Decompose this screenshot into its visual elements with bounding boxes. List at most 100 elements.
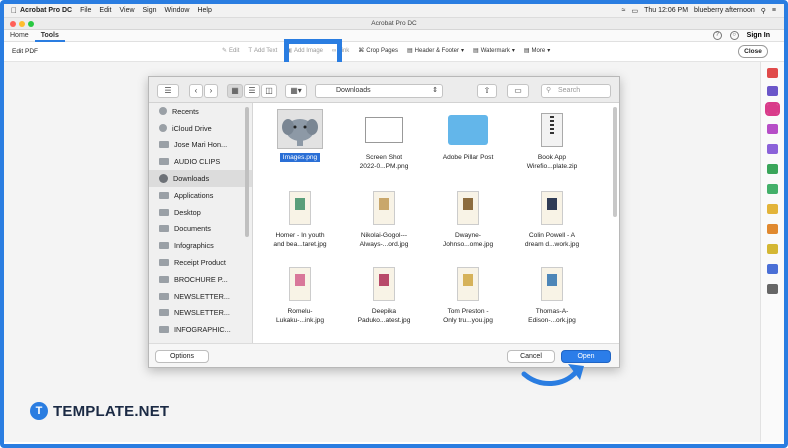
menu-user[interactable]: blueberry afternoon	[694, 7, 755, 14]
image-thumbnail	[541, 267, 563, 301]
file-item[interactable]: Nikolai-Gogol--- Always-...ord.jpg	[341, 187, 427, 249]
options-button[interactable]: Options	[155, 350, 209, 363]
close-window-icon[interactable]	[10, 21, 16, 27]
control-center-icon[interactable]: ≡	[772, 7, 776, 14]
tab-tools[interactable]: Tools	[34, 30, 65, 42]
file-item[interactable]: Romelu- Lukaku-...ink.jpg	[257, 263, 343, 325]
file-item[interactable]: Deepika Paduko...atest.jpg	[341, 263, 427, 325]
file-item[interactable]: Book App Wirefio...plate.zip	[509, 109, 595, 171]
file-item[interactable]: Homer - In youth and bea...taret.jpg	[257, 187, 343, 249]
share-icon[interactable]	[767, 86, 778, 96]
add-text-tool[interactable]: T Add Text	[248, 48, 277, 54]
back-icon[interactable]: ‹	[189, 84, 203, 98]
file-name: Deepika	[371, 308, 397, 315]
battery-icon[interactable]: ▭	[631, 7, 638, 15]
file-item[interactable]: Screen Shot 2022-0...PM.png	[341, 109, 427, 171]
menu-clock[interactable]: Thu 12:06 PM	[644, 7, 688, 14]
menu-window[interactable]: Window	[165, 7, 190, 14]
sidebar-item-label: iCloud Drive	[172, 123, 212, 133]
file-name-continued: Paduko...atest.jpg	[357, 317, 411, 324]
sidebar-item[interactable]: Applications	[149, 187, 252, 204]
file-item[interactable]: Dwayne- Johnso...ome.jpg	[425, 187, 511, 249]
more-tools-icon[interactable]	[767, 284, 778, 294]
organize-pages-icon[interactable]	[767, 164, 778, 174]
portrait-image	[379, 274, 389, 286]
sidebar-item[interactable]: Infographics	[149, 237, 252, 254]
brand-logo: T TEMPLATE.NET	[30, 402, 169, 420]
sign-in-link[interactable]: Sign In	[747, 32, 770, 39]
comment-icon[interactable]	[767, 204, 778, 214]
edit-pdf-icon[interactable]	[765, 102, 780, 116]
sidebar-item[interactable]: Recents	[149, 103, 252, 120]
menu-app-name[interactable]: Acrobat Pro DC	[20, 7, 72, 14]
sidebar-item[interactable]: NEWSLETTER...	[149, 288, 252, 305]
export-pdf-icon[interactable]	[767, 68, 778, 78]
file-name: Tom Preston -	[447, 308, 489, 315]
folder-icon	[159, 309, 169, 317]
list-view-icon[interactable]: ☰	[244, 84, 260, 98]
brand-name: TEMPLATE.NET	[53, 402, 170, 420]
menu-file[interactable]: File	[80, 7, 91, 14]
image-thumbnail	[289, 267, 311, 301]
file-name-continued: and bea...taret.jpg	[273, 241, 327, 248]
scan-icon[interactable]	[767, 224, 778, 234]
combine-files-icon[interactable]	[767, 184, 778, 194]
sidebar-item[interactable]: Documents	[149, 221, 252, 238]
sidebar-item-label: Documents	[174, 224, 211, 234]
fill-sign-icon[interactable]	[767, 144, 778, 154]
sidebar-item[interactable]: Receipt Product	[149, 254, 252, 271]
protect-icon[interactable]	[767, 264, 778, 274]
icon-view-icon[interactable]: ▦	[227, 84, 243, 98]
tag-icon[interactable]: ▭	[507, 84, 529, 98]
create-pdf-icon[interactable]	[767, 124, 778, 134]
close-button[interactable]: Close	[738, 45, 768, 58]
sidebar-item[interactable]: Downloads	[149, 170, 252, 187]
zoom-window-icon[interactable]	[28, 21, 34, 27]
notifications-icon[interactable]: ○	[729, 31, 739, 40]
file-name-continued: Johnso...ome.jpg	[442, 241, 494, 248]
sidebar-item[interactable]: INFOGRAPHIC...	[149, 321, 252, 338]
location-label: Downloads	[336, 87, 371, 94]
sidebar-item[interactable]: Desktop	[149, 204, 252, 221]
elephant-thumbnail	[277, 109, 323, 149]
sidebar-item[interactable]: AUDIO CLIPS	[149, 153, 252, 170]
location-select[interactable]: Downloads ⇕	[315, 84, 443, 98]
search-input[interactable]: ⚲ Search	[541, 84, 611, 98]
group-view-icon[interactable]: ▦▾	[285, 84, 307, 98]
file-grid-scrollbar[interactable]	[613, 107, 617, 217]
share-icon[interactable]: ⇧	[477, 84, 497, 98]
header-footer-tool[interactable]: ▤ Header & Footer ▾	[407, 47, 464, 55]
more-tool[interactable]: ▤ More ▾	[524, 47, 550, 55]
sidebar-toggle-icon[interactable]: ☰	[157, 84, 179, 98]
menu-edit[interactable]: Edit	[99, 7, 111, 14]
tab-home[interactable]: Home	[4, 30, 35, 42]
request-signature-icon[interactable]	[767, 244, 778, 254]
search-icon[interactable]: ⚲	[761, 7, 766, 15]
apple-icon[interactable]: 	[8, 6, 20, 15]
sidebar-item[interactable]: iCloud Drive	[149, 120, 252, 137]
sidebar-item-label: Infographics	[174, 241, 214, 251]
crop-pages-tool[interactable]: ⌘ Crop Pages	[358, 47, 398, 55]
sidebar-item[interactable]: NEWSLETTER...	[149, 305, 252, 322]
file-item[interactable]: Tom Preston - Only tru...you.jpg	[425, 263, 511, 325]
edit-tool[interactable]: ✎ Edit	[222, 47, 239, 55]
menu-view[interactable]: View	[119, 7, 134, 14]
file-item[interactable]: Thomas-A- Edison-...ork.jpg	[509, 263, 595, 325]
sidebar-scrollbar[interactable]	[245, 107, 249, 237]
file-item[interactable]: Adobe Pillar Post	[425, 109, 511, 162]
file-item[interactable]: Colin Powell - A dream d...work.jpg	[509, 187, 595, 249]
column-view-icon[interactable]: ◫	[261, 84, 277, 98]
sidebar-item[interactable]: Jose Mari Hon...	[149, 137, 252, 154]
watermark-tool[interactable]: ▤ Watermark ▾	[473, 47, 515, 55]
file-name: Romelu-	[287, 308, 313, 315]
menu-sign[interactable]: Sign	[143, 7, 157, 14]
sidebar-item[interactable]: BROCHURE P...	[149, 271, 252, 288]
menu-help[interactable]: Help	[197, 7, 211, 14]
file-name: Images.png	[279, 153, 321, 162]
forward-icon[interactable]: ›	[204, 84, 218, 98]
minimize-window-icon[interactable]	[19, 21, 25, 27]
help-icon[interactable]: ?	[712, 31, 722, 40]
file-item[interactable]: Images.png	[257, 109, 343, 162]
sidebar-item-label: BROCHURE P...	[174, 274, 228, 284]
wifi-icon[interactable]: ≈	[622, 7, 626, 14]
